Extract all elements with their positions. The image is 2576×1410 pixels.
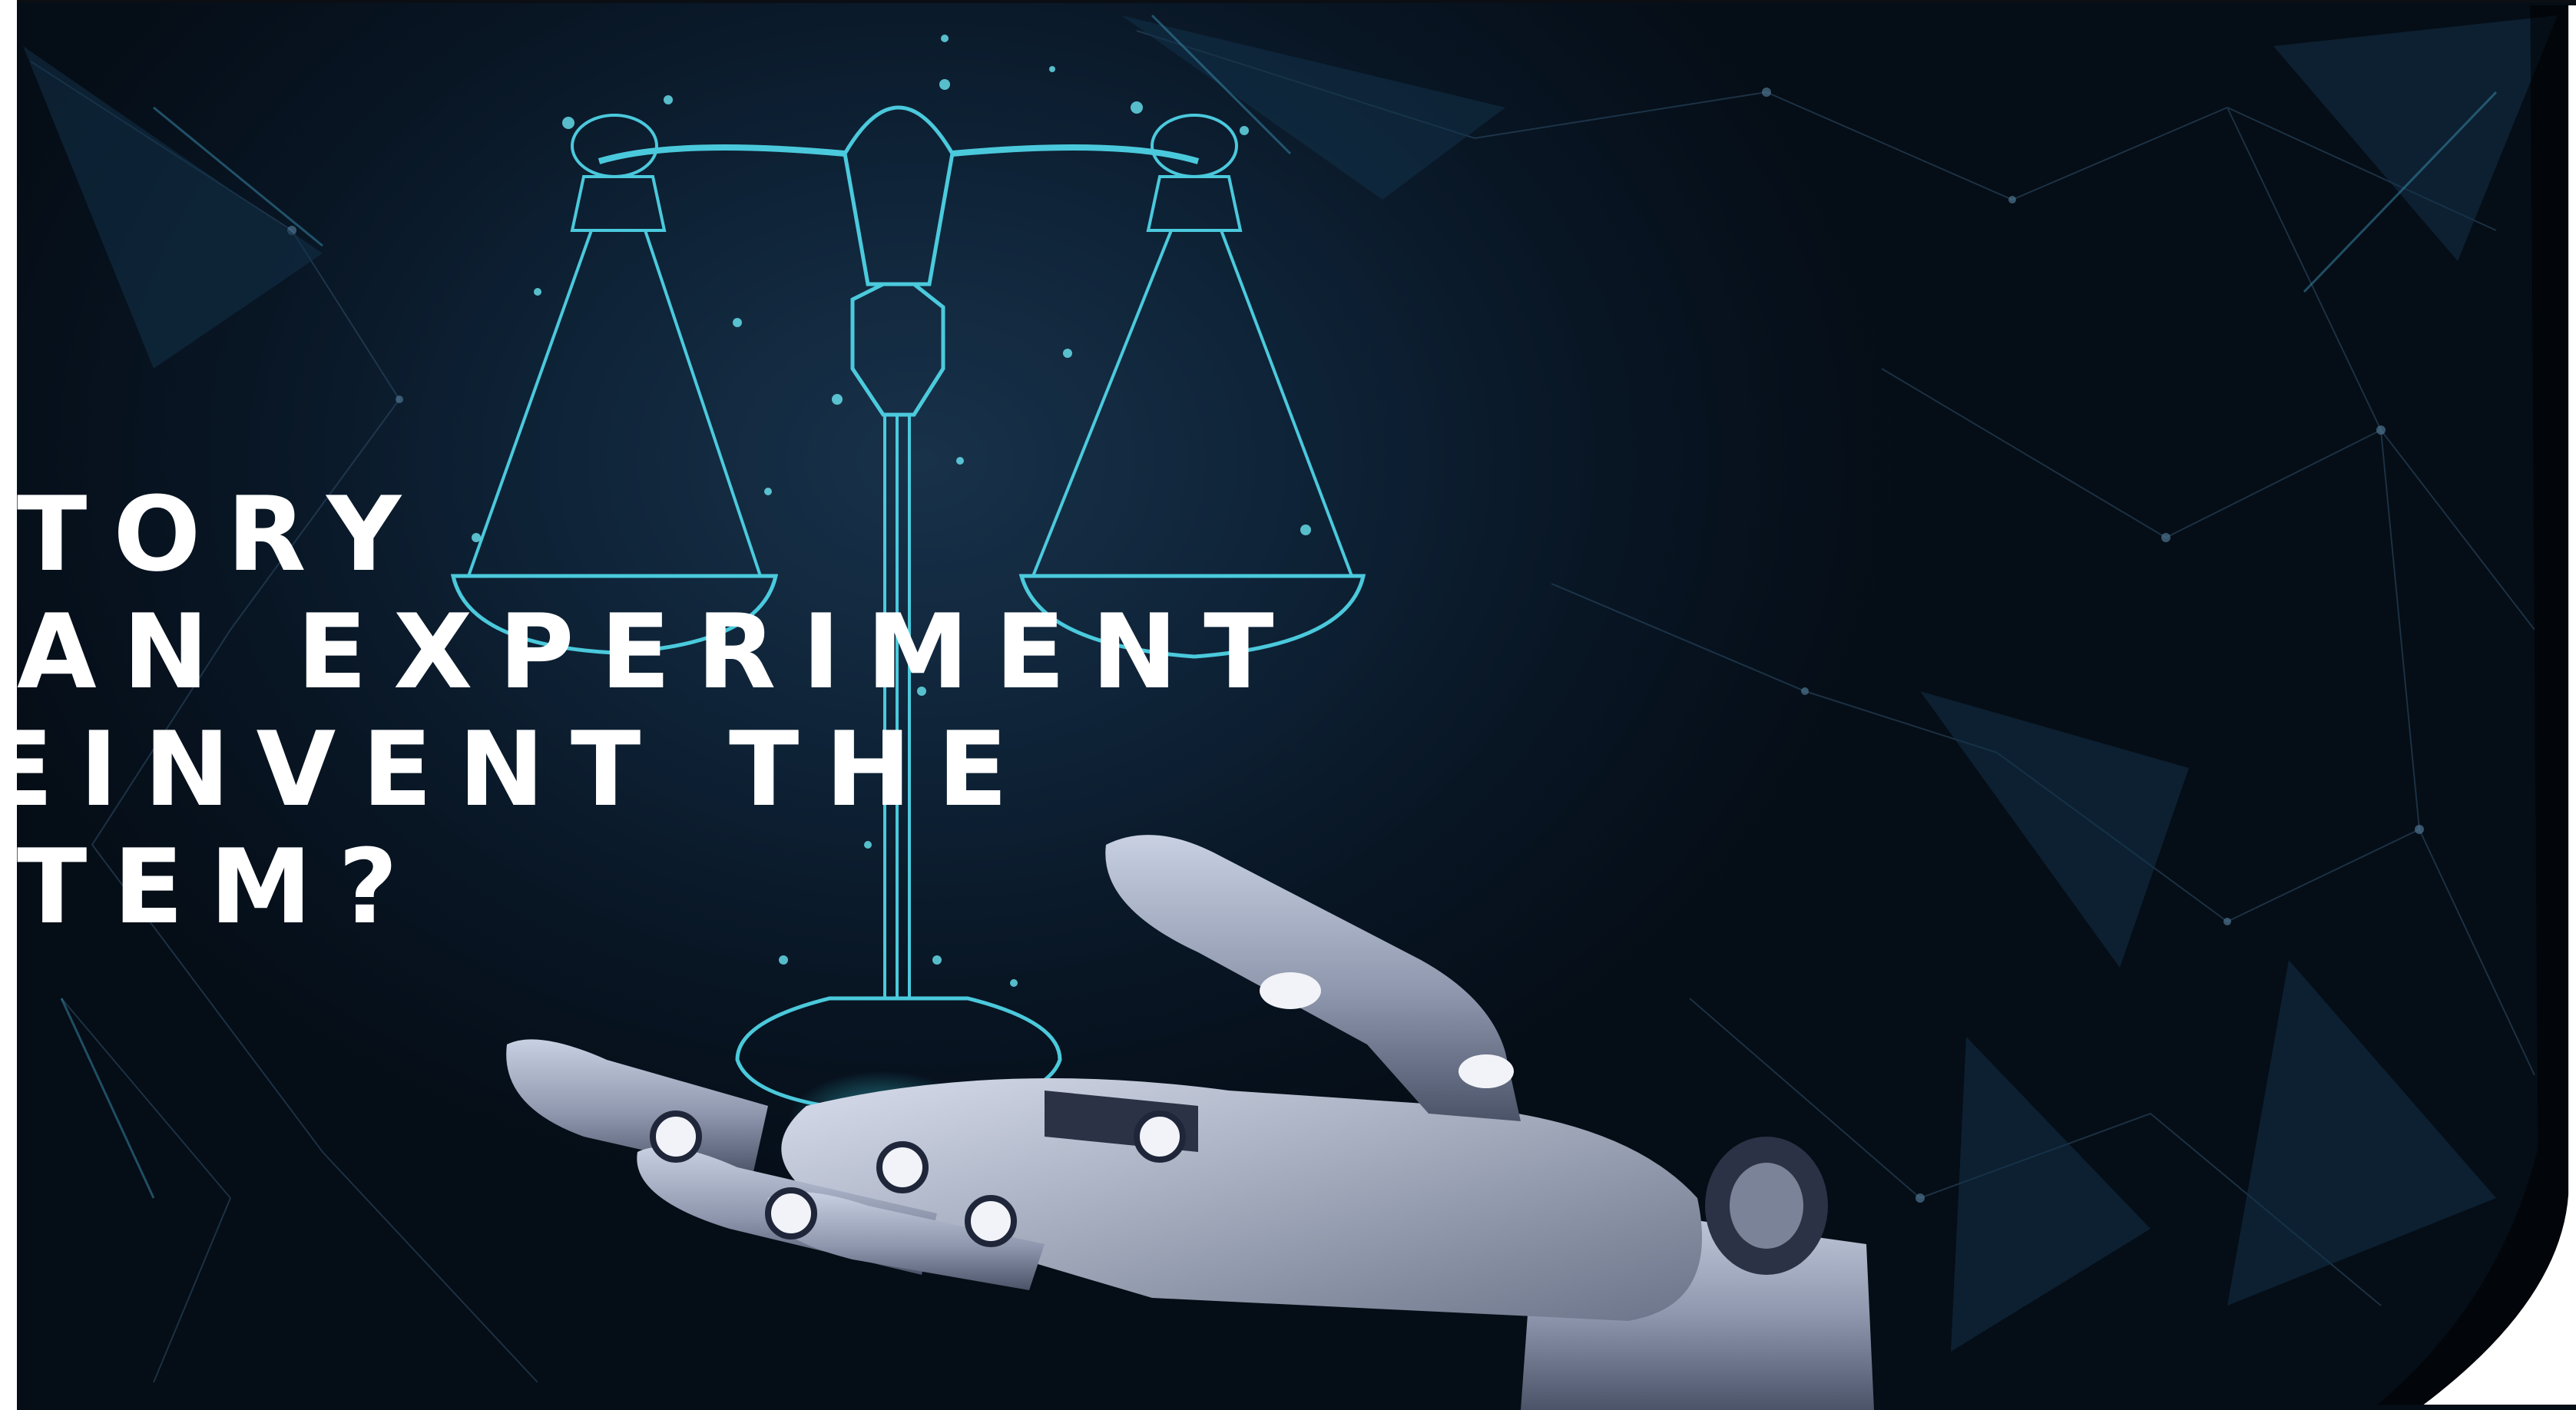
top-border — [17, 0, 2576, 3]
headline: TORY AN EXPERIMENT EINVENT THE TEM? — [17, 476, 1323, 952]
headline-line-4: TEM? — [17, 827, 425, 947]
headline-line-2: AN EXPERIMENT — [17, 592, 1300, 712]
left-border — [0, 0, 17, 1410]
headline-line-3: EINVENT THE — [17, 710, 1035, 829]
headline-line-1: TORY — [17, 476, 428, 594]
hero-banner: TORY AN EXPERIMENT EINVENT THE TEM? — [0, 0, 2576, 1410]
corner-curve — [2378, 5, 2576, 1405]
